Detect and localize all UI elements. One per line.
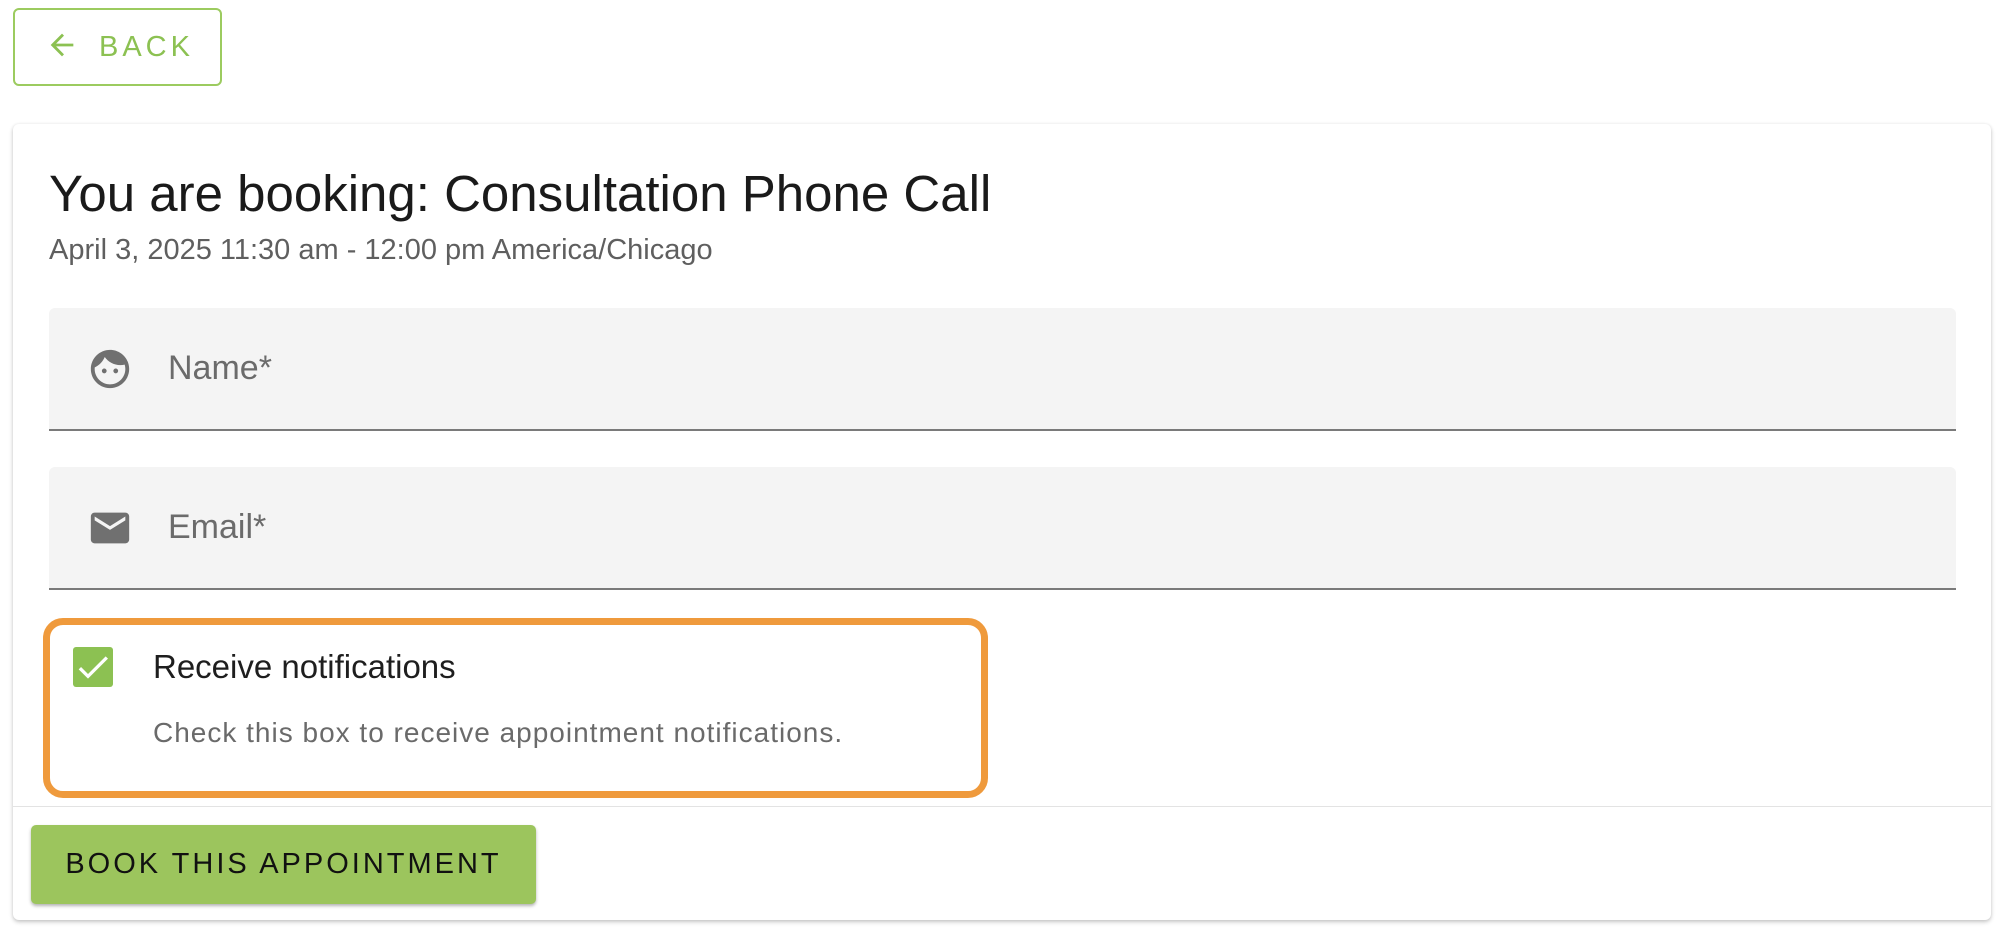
notifications-hint: Check this box to receive appointment no… (153, 717, 844, 748)
checkmark-icon (78, 656, 108, 679)
notifications-checkbox[interactable] (73, 647, 113, 687)
booking-datetime: April 3, 2025 11:30 am - 12:00 pm Americ… (49, 234, 713, 266)
notifications-label[interactable]: Receive notifications (153, 645, 456, 689)
notifications-highlight: Receive notifications Check this box to … (43, 618, 988, 798)
back-button-label: BACK (99, 30, 194, 63)
arrow-left-icon (45, 28, 99, 67)
page-title: You are booking: Consultation Phone Call (49, 165, 992, 222)
name-input[interactable] (166, 308, 1936, 429)
booking-card: You are booking: Consultation Phone Call… (13, 124, 1991, 920)
back-button[interactable]: BACK (13, 8, 222, 86)
book-appointment-button[interactable]: BOOK THIS APPOINTMENT (31, 825, 536, 904)
email-input[interactable] (166, 467, 1936, 588)
face-icon (87, 346, 133, 392)
name-field[interactable] (49, 308, 1956, 431)
email-field[interactable] (49, 467, 1956, 590)
divider (13, 806, 1991, 807)
mail-icon (87, 505, 133, 551)
